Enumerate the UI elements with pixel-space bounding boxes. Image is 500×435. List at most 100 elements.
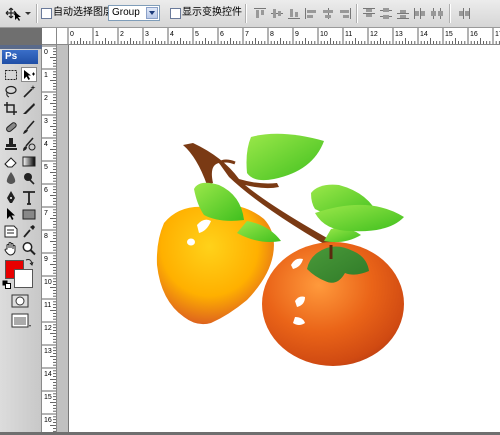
separator xyxy=(449,4,451,23)
ruler-label: 10 xyxy=(320,31,328,38)
dodge-icon[interactable] xyxy=(21,171,37,186)
path-select-icon[interactable] xyxy=(3,207,19,222)
ruler-label: 1 xyxy=(95,31,99,38)
move-icon xyxy=(24,70,35,80)
align-bottom-icon[interactable] xyxy=(287,7,301,20)
align-vertical-center-icon[interactable] xyxy=(270,7,284,20)
distribute-bottom-icon[interactable] xyxy=(396,7,410,20)
screen-mode-icon[interactable] xyxy=(11,313,31,329)
ruler-label: 5 xyxy=(44,164,48,171)
ruler-label: 2 xyxy=(44,95,48,102)
artwork xyxy=(156,133,404,366)
ruler-label: 8 xyxy=(44,233,48,240)
ruler-label: 14 xyxy=(420,31,428,38)
align-horizontal-center-icon[interactable] xyxy=(321,7,335,20)
ruler-label: 0 xyxy=(70,31,74,38)
ruler-label: 16 xyxy=(470,31,478,38)
ruler-label: 12 xyxy=(44,325,52,332)
vertical-ruler-ticks: 012345678910111213141516 xyxy=(42,45,56,432)
shape-icon[interactable] xyxy=(21,207,37,222)
default-colors-icon[interactable] xyxy=(2,280,11,289)
ruler-label: 13 xyxy=(395,31,403,38)
marquee-icon[interactable] xyxy=(3,67,19,82)
crop-icon[interactable] xyxy=(3,101,19,116)
photoshop-logo[interactable]: Ps xyxy=(2,50,38,64)
ruler-label: 6 xyxy=(220,31,224,38)
ruler-label: 5 xyxy=(195,31,199,38)
auto-select-target-value: Group xyxy=(112,7,140,18)
ruler-label: 3 xyxy=(44,118,48,125)
ruler-label: 4 xyxy=(170,31,174,38)
brush-icon[interactable] xyxy=(21,120,37,135)
horizontal-ruler[interactable]: 0123456789101112131415161718 xyxy=(42,28,500,45)
ruler-label: 16 xyxy=(44,417,52,424)
quick-mask-icon[interactable] xyxy=(11,294,29,308)
lasso-icon[interactable] xyxy=(3,84,19,99)
show-transform-checkbox[interactable] xyxy=(170,8,181,19)
separator xyxy=(36,4,38,23)
ruler-label: 15 xyxy=(44,394,52,401)
ruler-label: 12 xyxy=(370,31,378,38)
ruler-label: 11 xyxy=(44,302,51,309)
ruler-label: 9 xyxy=(295,31,299,38)
auto-select-label: 自动选择图层 xyxy=(53,7,113,18)
ruler-label: 8 xyxy=(270,31,274,38)
ruler-label: 7 xyxy=(44,210,48,217)
chevron-down-icon[interactable] xyxy=(146,7,158,19)
magic-wand-icon[interactable] xyxy=(21,84,37,99)
orange-fruit xyxy=(262,242,404,366)
eraser-icon[interactable] xyxy=(3,154,19,169)
notes-icon[interactable] xyxy=(3,224,19,239)
vertical-ruler[interactable]: 0 1 2 3 4 5 6 7 8 9 10 11 12 13 14 15 16 xyxy=(42,44,57,432)
distribute-vertical-center-icon[interactable] xyxy=(379,7,393,20)
separator xyxy=(356,4,358,23)
zoom-icon[interactable] xyxy=(21,241,37,256)
ruler-label: 17 xyxy=(495,31,500,38)
document-canvas[interactable] xyxy=(68,45,500,432)
horizontal-ruler-ticks: 0123456789101112131415161718 xyxy=(67,28,500,44)
leaf xyxy=(246,133,324,181)
align-top-icon[interactable] xyxy=(253,7,267,20)
ruler-label: 10 xyxy=(44,279,52,286)
auto-select-target-dropdown[interactable]: Group xyxy=(108,5,160,21)
distribute-left-icon[interactable] xyxy=(413,7,427,20)
ruler-label: 4 xyxy=(44,141,48,148)
blur-icon[interactable] xyxy=(3,171,19,186)
ruler-origin[interactable] xyxy=(42,28,57,45)
ruler-label: 13 xyxy=(44,348,52,355)
toolbox: Ps xyxy=(0,45,42,432)
history-brush-icon[interactable] xyxy=(21,137,37,152)
show-transform-label: 显示变换控件 xyxy=(182,7,242,18)
move-tool-preset-icon[interactable] xyxy=(3,4,33,22)
ruler-label: 2 xyxy=(120,31,124,38)
distribute-top-icon[interactable] xyxy=(362,7,376,20)
pen-icon[interactable] xyxy=(3,190,19,205)
align-left-icon[interactable] xyxy=(304,7,318,20)
ruler-label: 3 xyxy=(145,31,149,38)
clone-stamp-icon[interactable] xyxy=(3,137,19,152)
ruler-label: 1 xyxy=(44,72,48,79)
ruler-label: 9 xyxy=(44,256,48,263)
swap-colors-icon[interactable] xyxy=(25,257,34,266)
slice-icon[interactable] xyxy=(21,101,37,116)
ruler-label: 6 xyxy=(44,187,48,194)
distribute-right-icon[interactable] xyxy=(457,7,471,20)
separator xyxy=(245,4,247,23)
hand-icon[interactable] xyxy=(3,241,19,256)
ruler-label: 14 xyxy=(44,371,52,378)
toolbox-grip[interactable] xyxy=(0,45,42,49)
ruler-label: 7 xyxy=(245,31,249,38)
healing-brush-icon[interactable] xyxy=(3,120,19,135)
type-icon[interactable] xyxy=(21,190,37,205)
background-color-swatch[interactable] xyxy=(14,269,33,288)
yellow-fruit xyxy=(156,204,274,325)
eyedropper-icon[interactable] xyxy=(21,224,37,239)
auto-select-checkbox[interactable] xyxy=(41,8,52,19)
move-tool-button[interactable] xyxy=(21,67,37,82)
distribute-horizontal-center-icon[interactable] xyxy=(430,7,444,20)
ruler-label: 15 xyxy=(445,31,453,38)
align-right-icon[interactable] xyxy=(338,7,352,20)
options-bar: 自动选择图层 Group 显示变换控件 xyxy=(0,0,500,28)
gradient-icon[interactable] xyxy=(21,154,37,169)
ruler-label: 11 xyxy=(345,31,352,38)
